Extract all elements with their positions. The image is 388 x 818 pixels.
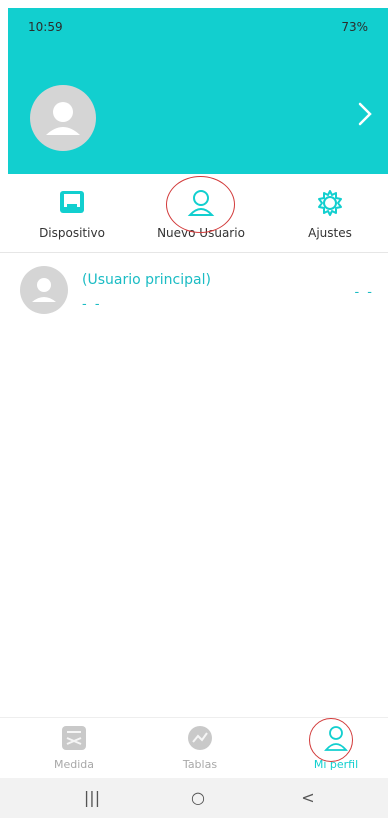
status-bar: 10:59 73% [8, 8, 388, 44]
profile-header: 10:59 73% [8, 8, 388, 174]
tab-tablas[interactable]: Tablas [140, 722, 260, 774]
chart-icon [188, 726, 212, 750]
annotation-circle [166, 176, 235, 233]
annotation-circle [309, 718, 353, 762]
battery-level: 73% [341, 20, 368, 34]
scale-icon [62, 726, 86, 750]
tab-tablas-label: Tablas [182, 758, 218, 771]
user-name[interactable]: (Usuario principal) [82, 272, 211, 288]
section-divider [0, 252, 388, 253]
user-silhouette-icon [32, 278, 56, 302]
home-button[interactable]: ○ [186, 788, 210, 810]
gear-icon [318, 190, 342, 216]
settings-label: Ajustes [308, 226, 352, 240]
device-label: Dispositivo [39, 226, 105, 240]
user-subtitle: - - [82, 297, 102, 312]
status-time: 10:59 [28, 20, 63, 34]
user-silhouette-icon [46, 102, 80, 135]
settings-button[interactable]: Ajustes [270, 188, 388, 244]
system-nav-bar: ||| ○ < [0, 778, 388, 818]
recent-apps-button[interactable]: ||| [80, 788, 104, 810]
tab-medida[interactable]: Medida [14, 722, 134, 774]
back-button[interactable]: < [296, 788, 320, 810]
user-right-value: - - [354, 285, 374, 300]
chevron-right-icon[interactable] [356, 100, 374, 128]
user-avatar[interactable] [20, 266, 68, 314]
tab-medida-label: Medida [53, 758, 95, 771]
device-button[interactable]: Dispositivo [12, 188, 132, 244]
profile-avatar[interactable] [30, 85, 96, 151]
router-icon [60, 191, 84, 213]
